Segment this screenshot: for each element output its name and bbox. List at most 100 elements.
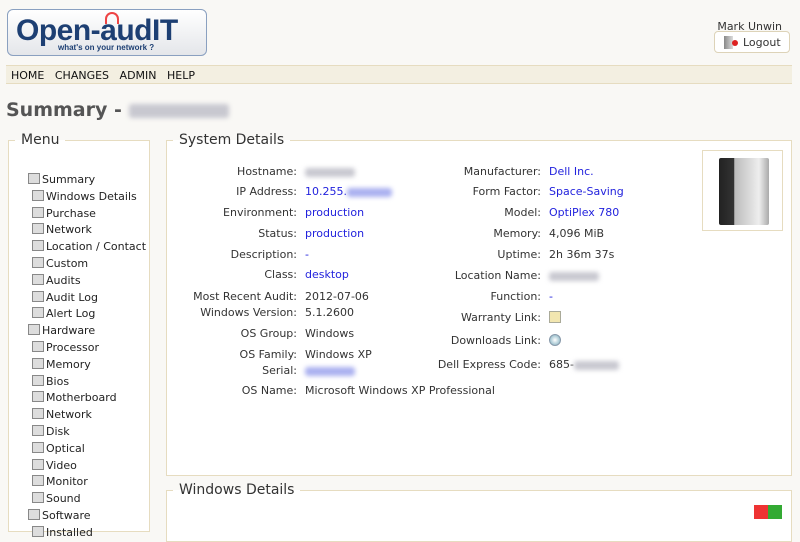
page-title: Summary - <box>6 99 229 121</box>
system-details-panel: System Details <box>166 132 792 476</box>
menu-item-software[interactable]: Software <box>28 509 91 522</box>
form-icon <box>32 257 44 268</box>
menu-item-optical[interactable]: Optical <box>32 441 85 455</box>
network-card-icon <box>32 408 44 420</box>
nav-admin[interactable]: ADMIN <box>120 69 157 82</box>
network-icon <box>32 223 44 235</box>
top-nav: HOME CHANGES ADMIN HELP <box>6 65 792 84</box>
field-value-text: 2h 36m 37s <box>549 248 615 261</box>
software-icon <box>28 509 40 520</box>
field-value[interactable]: OptiPlex 780 <box>549 206 619 219</box>
sound-icon <box>32 492 44 504</box>
menu-item-memory[interactable]: Memory <box>32 357 91 371</box>
menu-item-label: Purchase <box>46 206 96 220</box>
menu-item-processor[interactable]: Processor <box>32 341 99 354</box>
field-label: OS Group: <box>240 327 297 340</box>
optical-icon <box>32 441 44 453</box>
menu-item-windows-details[interactable]: Windows Details <box>32 189 137 203</box>
edit-icon[interactable] <box>549 311 561 323</box>
field-value[interactable]: - <box>305 248 309 261</box>
menu-item-label: Audit Log <box>46 290 98 304</box>
field-label: Warranty Link: <box>460 311 541 324</box>
warning-icon <box>32 307 44 319</box>
menu-item-label: Monitor <box>46 475 88 489</box>
menu-item-summary[interactable]: Summary <box>28 173 95 186</box>
redacted-value <box>549 271 599 281</box>
field-value: Microsoft Windows XP Professional <box>305 384 495 397</box>
menu-item-disk[interactable]: Disk <box>32 425 70 438</box>
field-label: Manufacturer: <box>463 165 541 178</box>
field-value-text: Dell Inc. <box>549 165 594 178</box>
nav-home[interactable]: HOME <box>11 69 44 82</box>
field-label: Windows Version: <box>200 306 297 319</box>
field-value[interactable]: desktop <box>305 268 349 281</box>
field-label: OS Family: <box>239 348 297 361</box>
field-value-text: Windows XP <box>305 348 372 361</box>
field-value-text: production <box>305 227 365 240</box>
field-label: Environment: <box>223 206 297 219</box>
redacted-value <box>573 360 619 370</box>
menu-item-label: Location / Contact <box>46 240 147 254</box>
field-value-text: OptiPlex 780 <box>549 206 620 219</box>
field-value[interactable]: Space-Saving <box>549 185 624 198</box>
nav-changes[interactable]: CHANGES <box>55 69 109 82</box>
hardware-icon <box>28 324 40 336</box>
field-label: IP Address: <box>236 185 297 198</box>
menu-item-installed[interactable]: Installed <box>32 525 93 539</box>
field-value[interactable] <box>549 334 561 349</box>
menu-item-label: Windows Details <box>46 189 137 203</box>
menu-item-hardware[interactable]: Hardware <box>28 324 95 337</box>
menu-item-purchase[interactable]: Purchase <box>32 206 96 220</box>
menu-item-alert-log[interactable]: Alert Log <box>32 307 95 320</box>
menu-item-network[interactable]: Network <box>32 223 92 236</box>
menu-item-label: Processor <box>46 341 99 354</box>
field-value-text: 10.255. <box>305 185 347 198</box>
field-value-text: production <box>305 206 365 219</box>
menu-item-location-contact[interactable]: Location / Contact <box>32 240 146 253</box>
globe-icon[interactable] <box>549 334 561 346</box>
menu-item-custom[interactable]: Custom <box>32 257 88 270</box>
field-value[interactable] <box>549 311 561 326</box>
menu-item-video[interactable]: Video <box>32 458 77 472</box>
field-value: 2h 36m 37s <box>549 248 614 261</box>
menu-item-label: Installed <box>46 525 93 539</box>
field-value[interactable]: Dell Inc. <box>549 165 594 178</box>
windows-details-panel: Windows Details <box>166 482 792 542</box>
redacted-value <box>305 366 355 376</box>
menu-item-monitor[interactable]: Monitor <box>32 475 88 488</box>
field-value <box>549 269 599 282</box>
tower-pc-icon <box>719 158 769 225</box>
magnifier-icon <box>32 273 44 285</box>
field-label: Form Factor: <box>472 185 541 198</box>
menu-item-label: Bios <box>46 374 70 388</box>
redacted-value <box>347 187 392 197</box>
field-value-text: 685- <box>549 358 574 371</box>
menu-item-sound[interactable]: Sound <box>32 492 81 505</box>
field-value[interactable]: - <box>549 290 553 303</box>
menu-item-audit-log[interactable]: Audit Log <box>32 290 98 304</box>
field-value[interactable]: production <box>305 227 364 240</box>
field-value[interactable]: 10.255. <box>305 185 392 198</box>
motherboard-icon <box>32 391 44 403</box>
nav-help[interactable]: HELP <box>167 69 195 82</box>
field-value-text: 4,096 MiB <box>549 227 605 240</box>
logout-button[interactable]: Logout <box>714 31 790 53</box>
menu-item-audits[interactable]: Audits <box>32 273 81 287</box>
field-value-text: Windows <box>305 327 355 340</box>
menu-item-label: Sound <box>46 492 81 506</box>
field-value: 2012-07-06 <box>305 290 369 303</box>
menu-item-label: Alert Log <box>46 307 96 321</box>
menu-item-network[interactable]: Network <box>32 408 92 421</box>
field-label: Downloads Link: <box>450 334 541 347</box>
system-details-legend: System Details <box>179 132 285 148</box>
open-audit-logo[interactable]: Open-audIT what's on your network ? <box>7 9 207 56</box>
field-label: Class: <box>264 268 297 281</box>
menu-item-bios[interactable]: Bios <box>32 374 70 388</box>
menu-item-label: Disk <box>46 425 70 438</box>
logo-tagline: what's on your network ? <box>58 43 155 52</box>
field-value[interactable] <box>305 364 355 377</box>
menu-item-motherboard[interactable]: Motherboard <box>32 391 117 404</box>
field-value[interactable]: production <box>305 206 364 219</box>
field-label: Description: <box>230 248 297 261</box>
windows-icon <box>32 189 44 201</box>
